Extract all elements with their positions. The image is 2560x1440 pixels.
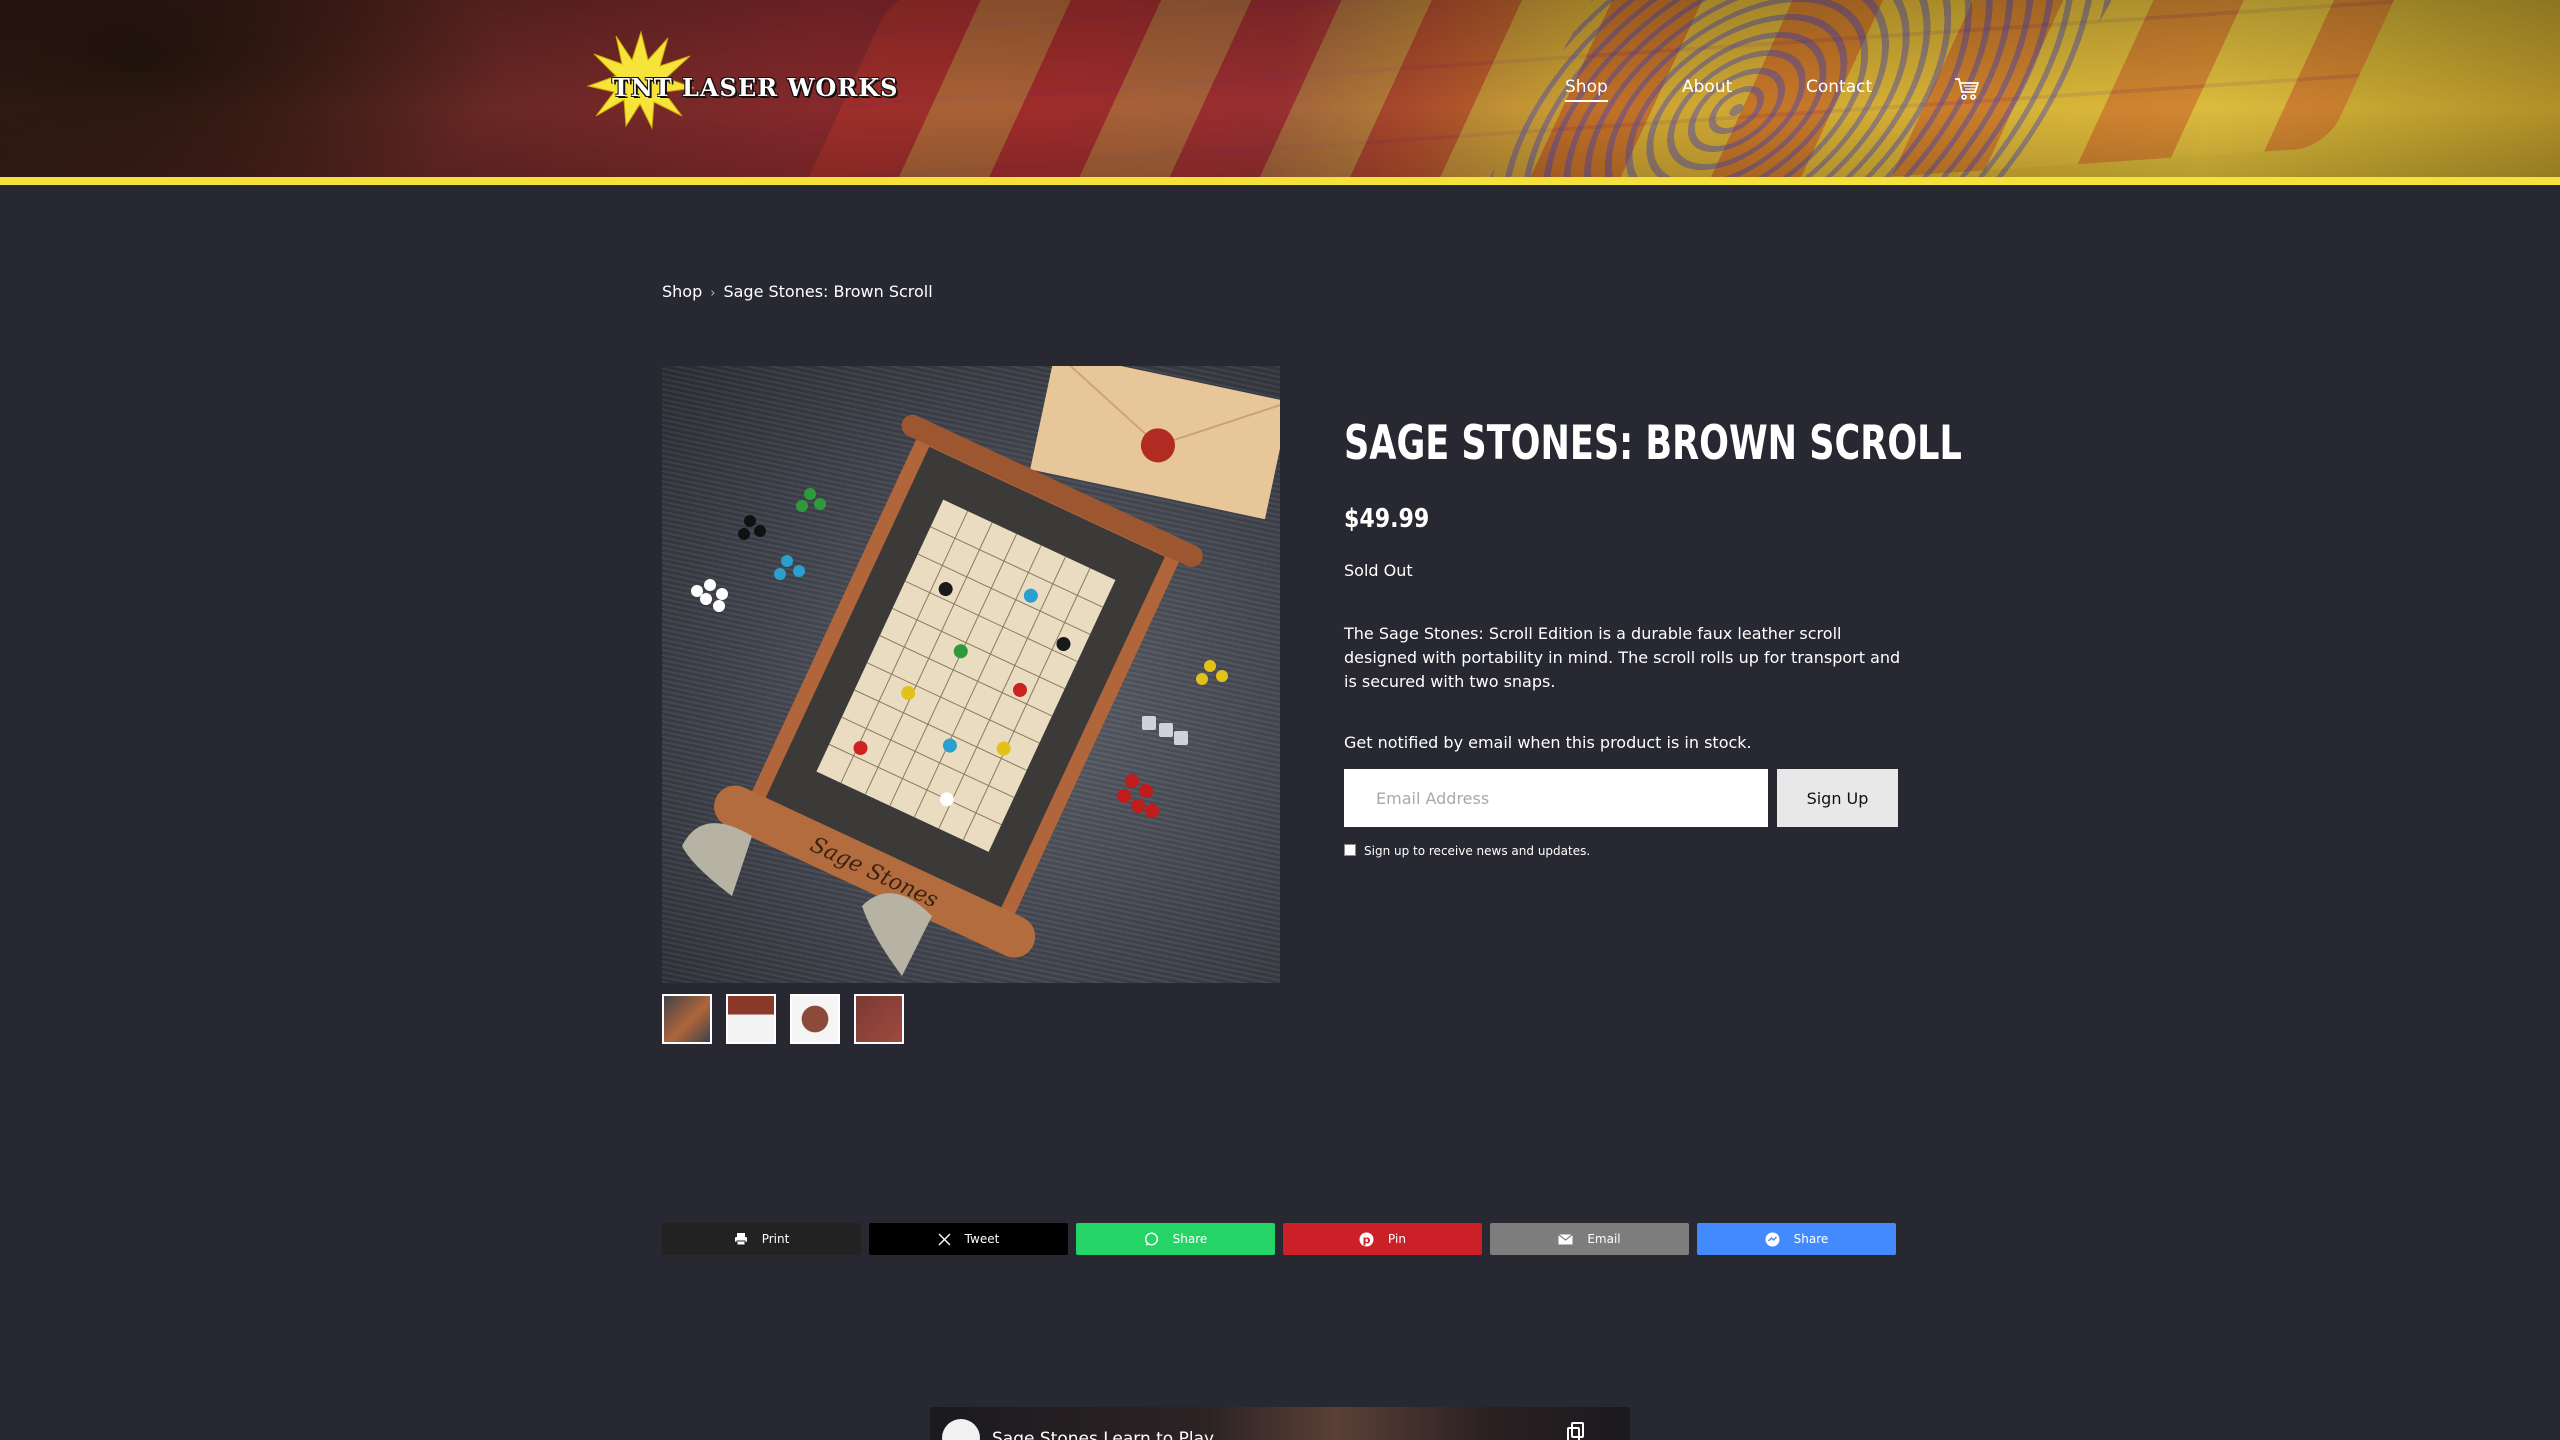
product-photo: Sage Stones (682, 366, 1280, 976)
thumbnail-2[interactable] (726, 994, 776, 1044)
email-share-button[interactable]: Email (1490, 1223, 1689, 1255)
svg-text:p: p (1363, 1233, 1371, 1246)
product-price: $49.99 (1344, 504, 1430, 534)
print-label: Print (761, 1232, 790, 1246)
pinterest-icon: p (1359, 1232, 1374, 1246)
whatsapp-share-button[interactable]: Share (1076, 1223, 1275, 1255)
cart-icon[interactable] (1954, 76, 1980, 102)
product-description: The Sage Stones: Scroll Edition is a dur… (1344, 624, 1901, 691)
channel-avatar[interactable] (942, 1419, 980, 1440)
nav-contact[interactable]: Contact (1806, 77, 1872, 97)
product-main-image[interactable]: Sage Stones (662, 366, 1280, 983)
pin-label: Pin (1388, 1232, 1406, 1246)
video-title[interactable]: Sage Stones Learn to Play (992, 1429, 1214, 1440)
breadcrumb-current: Sage Stones: Brown Scroll (723, 282, 933, 301)
site-header: TNT LASER WORKS Shop About Contact (0, 0, 2560, 180)
video-embed[interactable]: Sage Stones Learn to Play (930, 1407, 1630, 1440)
newsletter-label: Sign up to receive news and updates. (1364, 844, 1591, 858)
x-icon (938, 1233, 951, 1245)
whatsapp-label: Share (1172, 1232, 1208, 1246)
signup-button[interactable]: Sign Up (1777, 769, 1898, 827)
email-share-label: Email (1587, 1232, 1621, 1246)
site-logo[interactable]: TNT LASER WORKS (586, 30, 897, 130)
print-button[interactable]: Print (662, 1223, 861, 1255)
logo-text: TNT LASER WORKS (612, 73, 899, 102)
stock-status: Sold Out (1344, 561, 1413, 580)
newsletter-checkbox[interactable] (1344, 844, 1356, 856)
nav-shop[interactable]: Shop (1565, 77, 1608, 102)
tweet-label: Tweet (964, 1232, 1000, 1246)
header-accent-stripe (0, 177, 2560, 185)
messenger-label: Share (1793, 1232, 1829, 1246)
thumbnail-1[interactable] (662, 994, 712, 1044)
messenger-share-button[interactable]: Share (1697, 1223, 1896, 1255)
print-icon (734, 1233, 747, 1246)
thumbnail-4[interactable] (854, 994, 904, 1044)
copy-link-icon[interactable] (1566, 1421, 1586, 1440)
product-title: SAGE STONES: BROWN SCROLL (1344, 416, 1962, 471)
email-icon (1558, 1233, 1574, 1244)
email-input[interactable] (1344, 769, 1768, 827)
breadcrumb-shop[interactable]: Shop (662, 282, 702, 301)
notify-text: Get notified by email when this product … (1344, 733, 1752, 752)
nav-about[interactable]: About (1682, 77, 1732, 97)
breadcrumb-separator: › (710, 286, 716, 301)
pin-button[interactable]: p Pin (1283, 1223, 1482, 1255)
thumbnail-3[interactable] (790, 994, 840, 1044)
tweet-button[interactable]: Tweet (869, 1223, 1068, 1255)
messenger-icon (1765, 1232, 1780, 1246)
whatsapp-icon (1144, 1231, 1158, 1246)
breadcrumb: Shop › Sage Stones: Brown Scroll (662, 282, 933, 301)
